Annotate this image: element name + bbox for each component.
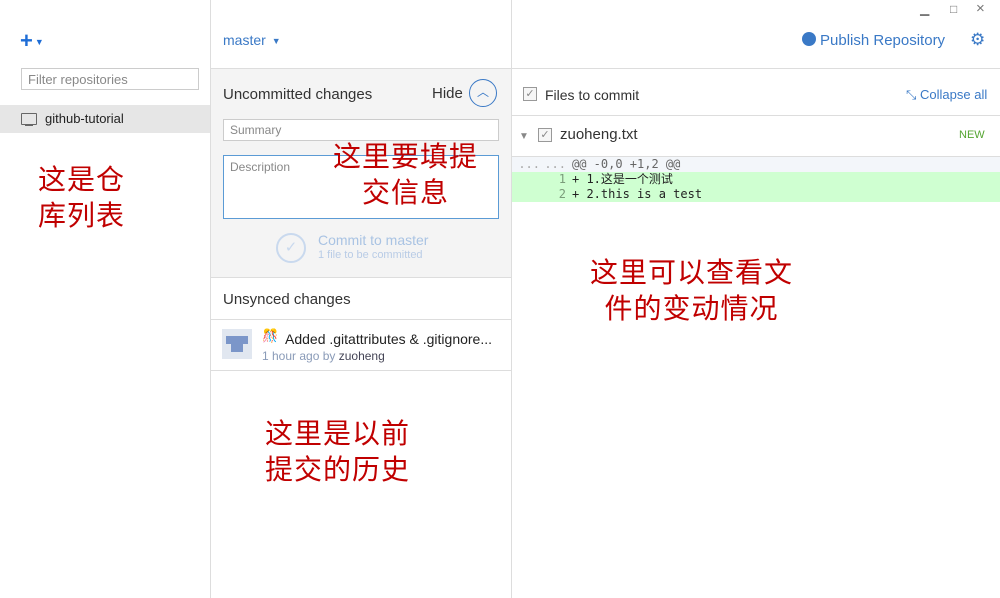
chevron-down-icon[interactable]: ▼ <box>519 131 529 142</box>
diff-hunk-header: ...... @@ -0,0 +1,2 @@ <box>512 157 1000 172</box>
diff-line: 2 + 2.this is a test <box>512 187 1000 202</box>
history-message: Added .gitattributes & .gitignore... <box>285 331 493 347</box>
chevron-down-icon: ▼ <box>34 37 44 48</box>
collapse-icon: ⤡ <box>906 87 917 102</box>
diff-view: ...... @@ -0,0 +1,2 @@ 1 + 1.这是一个测试 2 + 2.t… <box>512 156 1000 202</box>
add-repository-button[interactable]: + ▼ <box>20 30 44 53</box>
minimize-icon[interactable]: ▁ <box>920 2 929 16</box>
new-badge: NEW <box>959 129 985 141</box>
file-checkbox[interactable]: ✓ <box>538 128 552 142</box>
branch-selector[interactable]: master ▼ <box>223 32 281 48</box>
chevron-up-icon[interactable]: ︿ <box>469 79 497 107</box>
checkmark-icon[interactable]: ✓ <box>276 233 306 263</box>
files-to-commit-label: Files to commit <box>545 87 640 103</box>
annotation-commit-info: 这里要填提 交信息 <box>333 140 479 209</box>
annotation-repo-list: 这是仓 库列表 <box>38 163 126 232</box>
summary-input[interactable] <box>223 119 499 141</box>
unsynced-title: Unsynced changes <box>223 291 351 308</box>
publish-repository-button[interactable]: Publish Repository <box>802 32 945 49</box>
close-icon[interactable]: × <box>976 0 985 17</box>
uncommitted-title: Uncommitted changes <box>223 86 373 103</box>
annotation-history: 这里是以前 提交的历史 <box>265 417 411 486</box>
repo-list-item[interactable]: github-tutorial <box>0 105 210 133</box>
confetti-icon: 🎊 <box>262 328 279 343</box>
files-to-commit-checkbox[interactable]: ✓ <box>523 87 537 101</box>
computer-icon <box>21 113 37 126</box>
avatar <box>222 329 252 359</box>
chevron-down-icon: ▼ <box>271 36 281 47</box>
github-icon <box>802 32 816 46</box>
commit-button[interactable]: Commit to master <box>318 232 428 248</box>
diff-line: 1 + 1.这是一个测试 <box>512 172 1000 187</box>
hide-button[interactable]: Hide <box>432 85 463 102</box>
file-name[interactable]: zuoheng.txt <box>560 126 638 143</box>
commit-count: 1 file to be committed <box>318 249 423 261</box>
gear-icon[interactable]: ⚙ <box>970 30 985 50</box>
history-meta: 1 hour ago by zuoheng <box>262 349 385 363</box>
repo-label: github-tutorial <box>45 111 124 126</box>
annotation-changes: 这里可以查看文 件的变动情况 <box>590 256 794 325</box>
collapse-all-button[interactable]: ⤡ Collapse all <box>906 87 987 103</box>
maximize-icon[interactable]: □ <box>950 2 957 16</box>
history-author: zuoheng <box>338 349 385 363</box>
filter-repositories-input[interactable] <box>21 68 199 90</box>
